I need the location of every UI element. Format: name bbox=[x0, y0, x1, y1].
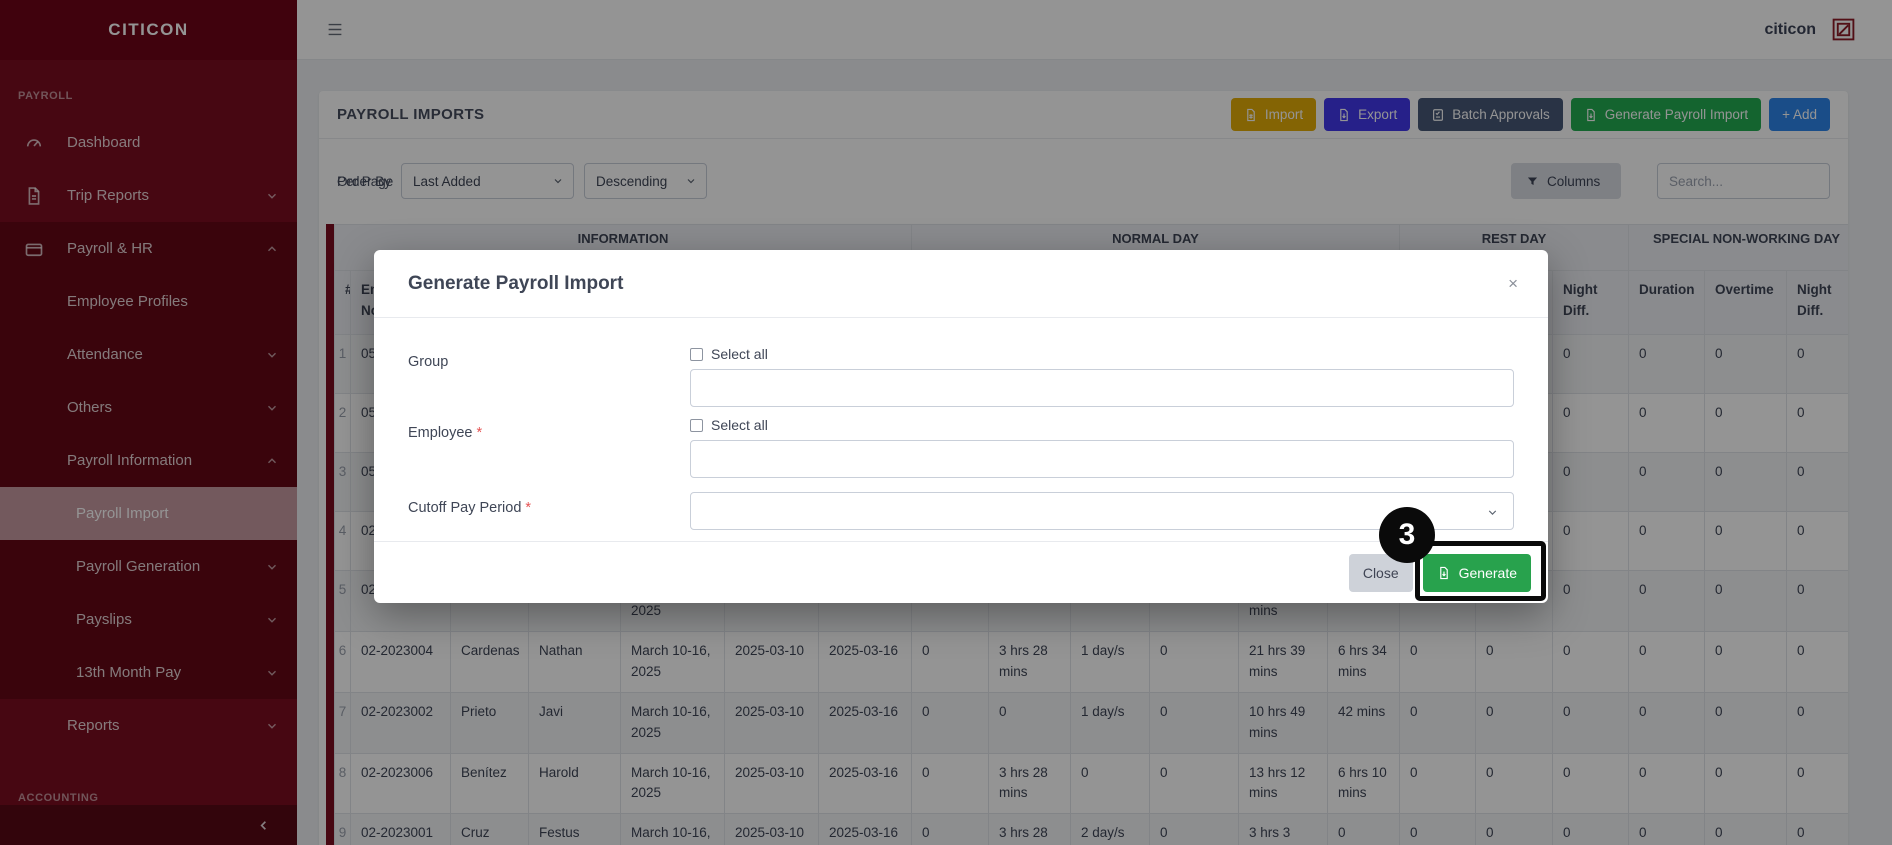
employee-multiselect-input[interactable] bbox=[690, 440, 1514, 478]
generate-payroll-import-modal: Generate Payroll Import × Group Select a… bbox=[374, 250, 1548, 603]
group-select-all-checkbox[interactable] bbox=[690, 347, 703, 361]
group-field-label: Group bbox=[408, 354, 449, 370]
cutoff-pay-period-label: Cutoff Pay Period * bbox=[408, 500, 532, 516]
chevron-down-icon bbox=[1486, 506, 1499, 519]
file-download-icon bbox=[1437, 566, 1451, 580]
group-multiselect-input[interactable] bbox=[690, 369, 1514, 407]
group-select-all-label: Select all bbox=[711, 346, 768, 362]
modal-title: Generate Payroll Import bbox=[408, 272, 624, 294]
employee-select-all-label: Select all bbox=[711, 417, 768, 433]
employee-field-label: Employee * bbox=[408, 425, 483, 441]
close-icon[interactable]: × bbox=[1508, 275, 1518, 292]
step-number-badge: 3 bbox=[1379, 507, 1435, 563]
employee-select-all-checkbox[interactable] bbox=[690, 418, 703, 432]
required-marker: * bbox=[525, 500, 532, 516]
generate-button[interactable]: Generate bbox=[1422, 553, 1531, 592]
required-marker: * bbox=[476, 425, 483, 441]
